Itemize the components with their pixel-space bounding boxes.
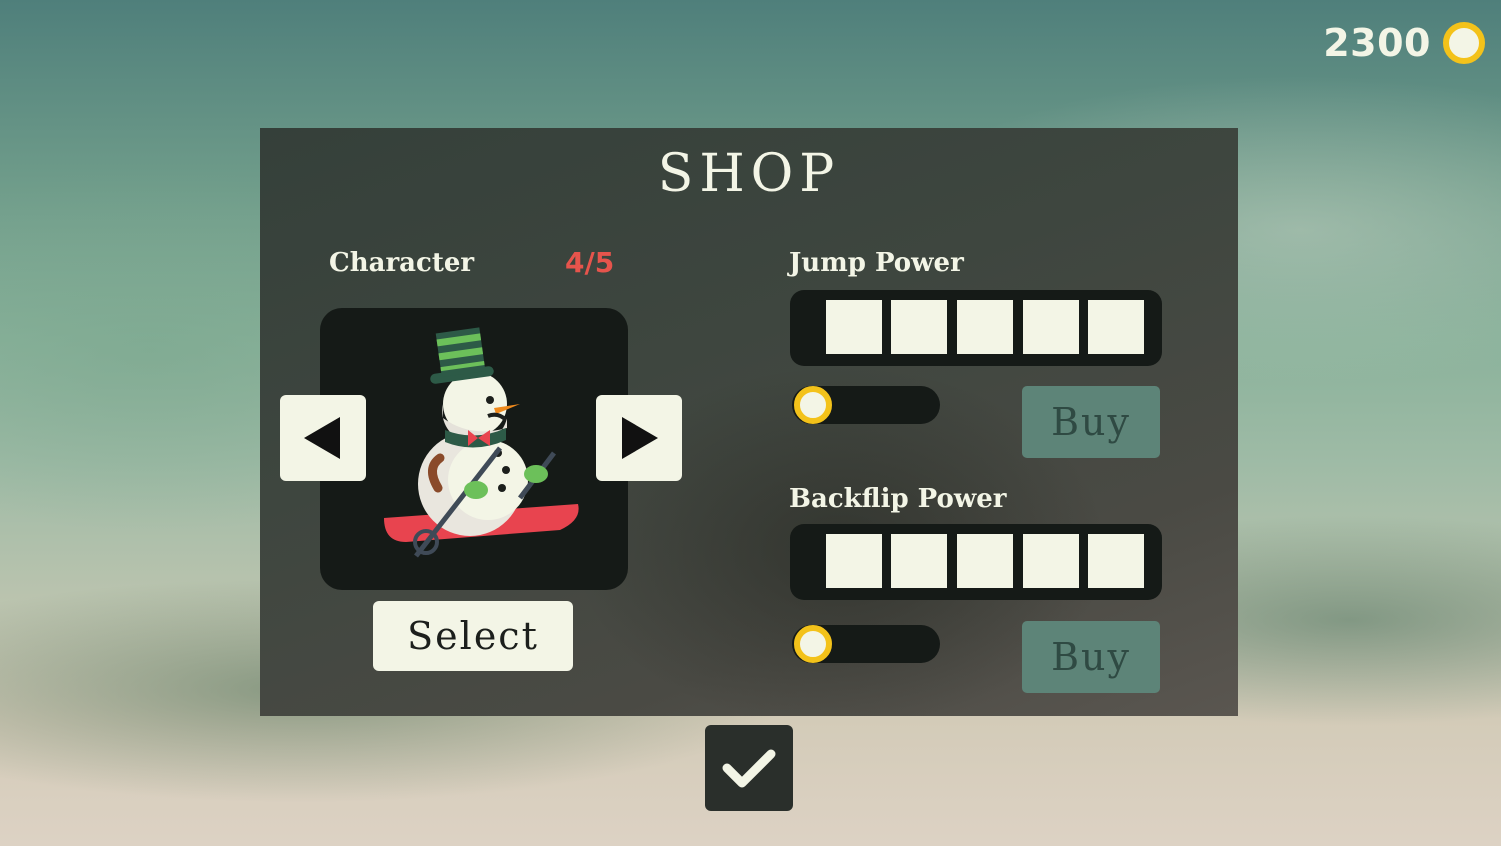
- upgrade-segment: [1023, 534, 1079, 588]
- upgrade-segment: [826, 534, 882, 588]
- coin-icon: [794, 625, 832, 663]
- upgrade-segment: [891, 534, 947, 588]
- jump-power-label: Jump Power: [789, 248, 964, 278]
- shop-title: SHOP: [657, 144, 841, 204]
- arrow-left-icon: [304, 417, 340, 459]
- upgrade-segment: [826, 300, 882, 354]
- arrow-right-icon: [622, 417, 658, 459]
- character-preview: [320, 308, 628, 590]
- confirm-button[interactable]: [705, 725, 793, 811]
- buy-backflip-power-button[interactable]: Buy: [1022, 621, 1160, 693]
- backflip-power-label: Backflip Power: [789, 484, 1007, 514]
- character-label: Character: [329, 248, 475, 278]
- prev-character-button[interactable]: [280, 395, 366, 481]
- upgrade-segment: [957, 300, 1013, 354]
- upgrade-segment: [1088, 300, 1144, 354]
- buy-jump-power-button[interactable]: Buy: [1022, 386, 1160, 458]
- upgrade-segment: [891, 300, 947, 354]
- shop-panel: SHOP Character 4/5 Select Jump Power Buy…: [260, 128, 1238, 716]
- next-character-button[interactable]: [596, 395, 682, 481]
- character-count: 4/5: [565, 246, 615, 279]
- checkmark-icon: [722, 749, 776, 788]
- upgrade-segment: [1023, 300, 1079, 354]
- coin-icon: [1443, 22, 1485, 64]
- jump-power-bar: [790, 290, 1162, 366]
- backflip-power-price-slider: [792, 625, 940, 663]
- backflip-power-bar: [790, 524, 1162, 600]
- upgrade-segment: [957, 534, 1013, 588]
- coin-balance: 2300: [1323, 16, 1485, 70]
- jump-power-price-slider: [792, 386, 940, 424]
- coin-icon: [794, 386, 832, 424]
- snowman-skier-icon: [384, 327, 579, 558]
- select-character-button[interactable]: Select: [373, 601, 573, 671]
- upgrade-segment: [1088, 534, 1144, 588]
- coin-count: 2300: [1323, 21, 1431, 65]
